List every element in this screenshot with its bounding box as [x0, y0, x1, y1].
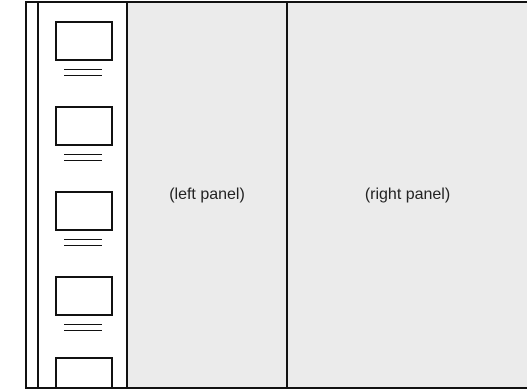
thumbnail-preview — [55, 276, 113, 316]
thumbnail-preview — [55, 21, 113, 61]
thumbnail-item[interactable] — [55, 357, 113, 387]
thumbnail-item[interactable] — [55, 21, 113, 76]
thumbnail-caption-line — [64, 324, 102, 325]
thumbnail-item[interactable] — [55, 276, 113, 331]
thumbnail-item[interactable] — [55, 106, 113, 161]
thumbnail-caption-line — [64, 75, 102, 76]
thumbnail-caption-line — [64, 160, 102, 161]
thumbnail-preview — [55, 191, 113, 231]
right-panel-label: (right panel) — [364, 186, 451, 203]
thumbnail-preview — [55, 106, 113, 146]
thumbnail-caption-line — [64, 330, 102, 331]
thumbnail-rail[interactable] — [37, 1, 128, 389]
thumbnail-caption-line — [64, 245, 102, 246]
thumbnail-caption-line — [64, 154, 102, 155]
thumbnail-item[interactable] — [55, 191, 113, 246]
right-panel: (right panel) — [288, 1, 527, 389]
left-panel: (left panel) — [128, 1, 288, 389]
thumbnail-caption-line — [64, 239, 102, 240]
thumbnail-caption-line — [64, 69, 102, 70]
left-panel-label: (left panel) — [169, 186, 245, 203]
thumbnail-preview — [55, 357, 113, 387]
